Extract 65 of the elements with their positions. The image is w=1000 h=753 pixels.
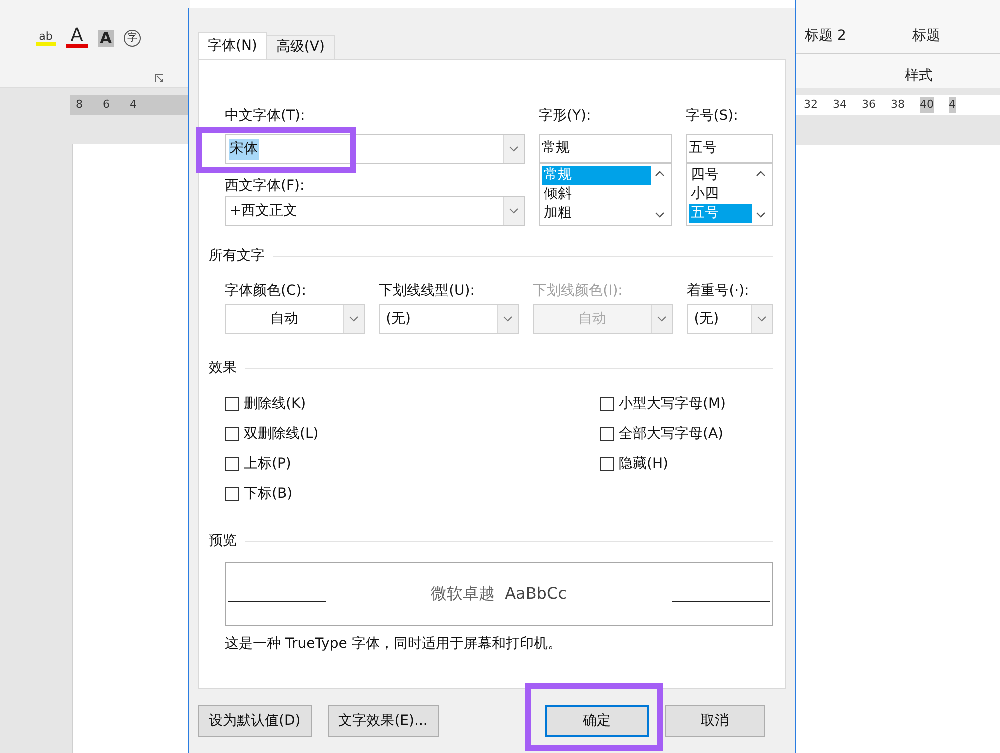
- field-label: 下划线线型(U):: [379, 282, 476, 301]
- list-option[interactable]: 四号: [688, 166, 752, 185]
- dialog-launcher-icon[interactable]: [155, 74, 164, 83]
- field-label: 着重号(·):: [687, 282, 750, 301]
- ruler: 8 6 4: [70, 95, 190, 115]
- dropdown[interactable]: (无): [687, 304, 773, 334]
- font-description: 这是一种 TrueType 字体，同时适用于屏幕和打印机。: [225, 635, 563, 654]
- preview-text: AaBbCc: [505, 583, 567, 605]
- style-gallery-item[interactable]: 标题: [912, 26, 940, 53]
- checkbox-label: 隐藏(H): [619, 454, 668, 474]
- font-combo-box[interactable]: 宋体: [225, 134, 525, 164]
- dialog-tab[interactable]: 高级(V): [267, 35, 335, 60]
- field-label: 中文字体(T):: [225, 107, 306, 126]
- field-label: 下划线颜色(I):: [533, 282, 624, 301]
- dialog-button[interactable]: 文字效果(E)...: [328, 705, 439, 737]
- option-list[interactable]: 常规 倾斜 加粗: [539, 163, 672, 226]
- checkbox-label: 下标(B): [244, 484, 293, 504]
- preview-text: 微软卓越: [431, 583, 496, 605]
- style-gallery-item[interactable]: 标题 2: [805, 26, 846, 53]
- chevron-down-icon: [756, 212, 766, 218]
- field-label: 字体颜色(C):: [225, 282, 308, 301]
- enclose-character-icon[interactable]: 字: [124, 30, 141, 46]
- checkbox[interactable]: [225, 427, 239, 441]
- text-field[interactable]: 常规: [539, 134, 672, 163]
- group-label: 样式: [904, 67, 934, 86]
- dialog-button[interactable]: 取消: [664, 705, 765, 737]
- checkbox-label: 删除线(K): [244, 394, 306, 414]
- dialog-tab[interactable]: 字体(N): [198, 32, 268, 60]
- character-shading-icon[interactable]: A: [98, 30, 114, 46]
- list-option[interactable]: 倾斜: [542, 185, 651, 204]
- font-combo-box[interactable]: +西文正文: [225, 196, 525, 226]
- list-option[interactable]: 加粗: [542, 204, 651, 223]
- checkbox-label: 双删除线(L): [244, 424, 319, 444]
- checkbox[interactable]: [225, 487, 239, 501]
- chevron-down-icon: [509, 208, 519, 214]
- chevron-down-icon: [757, 316, 767, 322]
- list-option[interactable]: 小四: [688, 185, 752, 204]
- checkbox[interactable]: [600, 397, 614, 411]
- checkbox-label: 上标(P): [244, 454, 292, 474]
- dialog-button[interactable]: 设为默认值(D): [198, 705, 312, 737]
- field-label: 字形(Y):: [539, 107, 592, 126]
- section-title: 效果: [209, 359, 237, 378]
- chevron-down-icon: [349, 316, 360, 322]
- option-list[interactable]: 四号 小四 五号: [686, 163, 773, 226]
- dialog-button[interactable]: 确定: [544, 705, 649, 737]
- checkbox-label: 全部大写字母(A): [619, 424, 724, 444]
- dropdown[interactable]: 自动: [225, 304, 366, 334]
- field-label: 西文字体(F):: [225, 177, 306, 196]
- chevron-down-icon: [509, 146, 519, 152]
- section-title: 预览: [209, 532, 237, 551]
- checkbox[interactable]: [600, 457, 614, 471]
- text-field[interactable]: 五号: [686, 134, 773, 163]
- ruler: 32 34 36 38 40 4: [796, 95, 1000, 115]
- checkbox-label: 小型大写字母(M): [619, 394, 726, 414]
- checkbox[interactable]: [225, 457, 239, 471]
- chevron-down-icon: [657, 316, 668, 322]
- chevron-down-icon: [503, 316, 514, 322]
- field-label: 字号(S):: [686, 107, 740, 126]
- checkbox[interactable]: [600, 427, 614, 441]
- checkbox[interactable]: [225, 397, 239, 411]
- chevron-up-icon: [654, 171, 665, 177]
- section-title: 所有文字: [209, 247, 265, 266]
- chevron-up-icon: [756, 171, 766, 177]
- chevron-down-icon: [654, 212, 665, 218]
- dropdown[interactable]: (无): [379, 304, 520, 334]
